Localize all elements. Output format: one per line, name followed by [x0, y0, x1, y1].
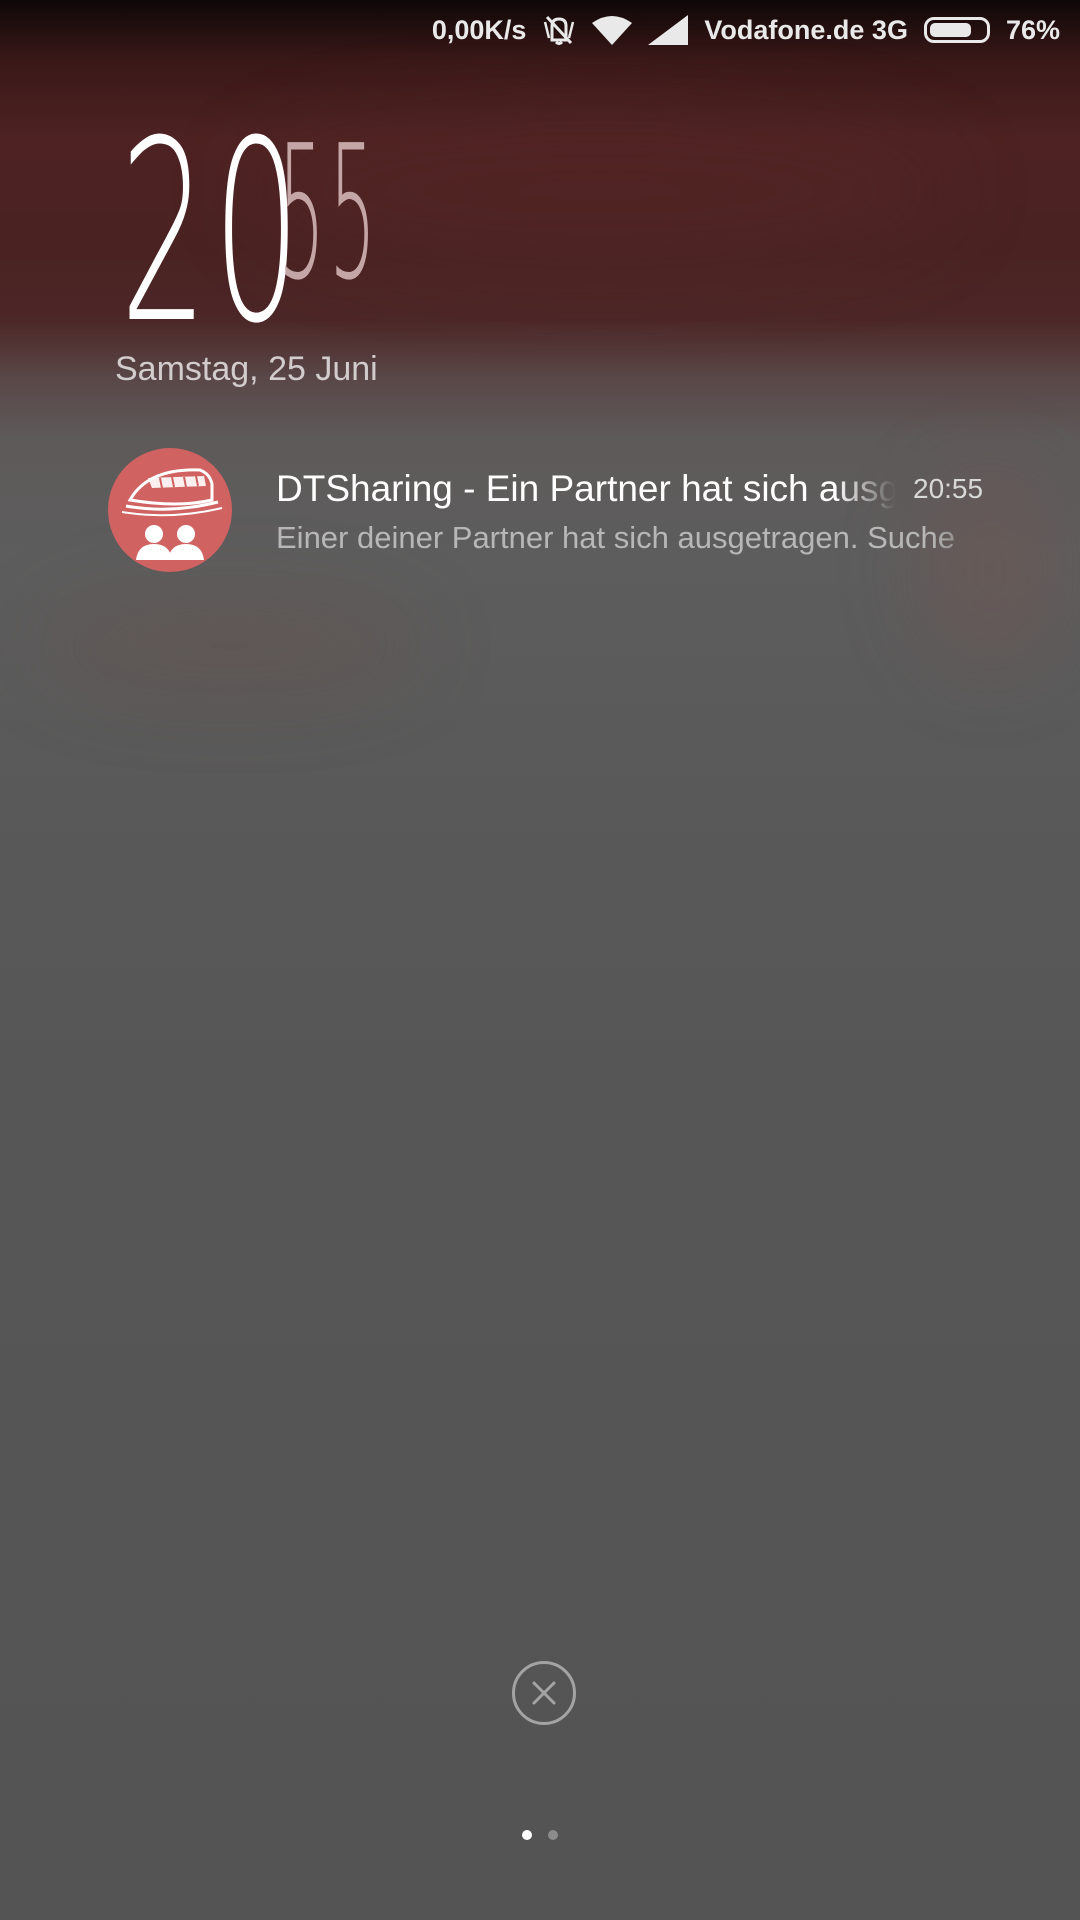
wifi-icon	[592, 15, 633, 45]
dtsharing-app-icon	[108, 448, 232, 572]
status-bar: 0,00K/s Vodafone.de 3G 76%	[0, 0, 1080, 60]
clock-minutes: 55	[278, 105, 381, 321]
vibrate-off-icon	[542, 14, 576, 46]
page-dot	[522, 1830, 532, 1840]
notification-item[interactable]: DTSharing - Ein Partner hat sich ausgetr…	[108, 448, 988, 573]
battery-level	[929, 23, 971, 37]
notification-title: DTSharing - Ein Partner hat sich ausgetr…	[276, 468, 896, 509]
network-speed: 0,00K/s	[431, 14, 527, 45]
clear-notifications-button[interactable]	[512, 1661, 576, 1725]
close-icon	[532, 1681, 556, 1705]
carrier-name: Vodafone.de 3G	[704, 14, 908, 45]
date-label: Samstag, 25 Juni	[115, 350, 378, 388]
page-dot	[548, 1830, 558, 1840]
battery-percent: 76%	[1005, 14, 1060, 45]
signal-icon	[648, 15, 689, 45]
battery-icon	[923, 17, 990, 43]
lock-screen: 0,00K/s Vodafone.de 3G 76% 20 55 Samstag…	[0, 0, 1080, 1920]
notification-time: 20:55	[913, 473, 984, 504]
page-indicator	[0, 1830, 1080, 1840]
notification-body: Einer deiner Partner hat sich ausgetrage…	[276, 520, 955, 555]
